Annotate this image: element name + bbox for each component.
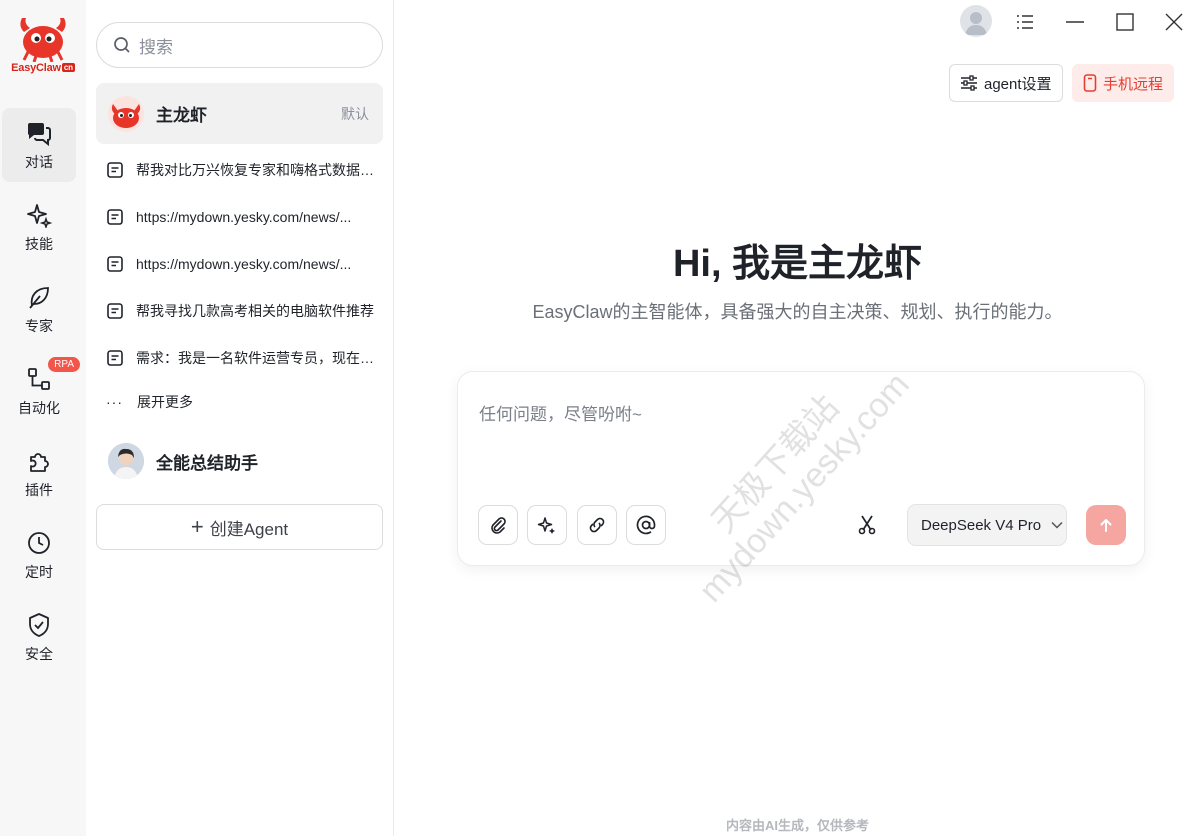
- hero-title: Hi, 我是主龙虾: [672, 243, 923, 285]
- at-icon: [636, 515, 656, 535]
- note-icon: [107, 303, 123, 319]
- more-dots-icon: ···: [106, 394, 123, 410]
- sparkle-icon: [27, 204, 52, 228]
- conversation-title: 帮我寻找几款高考相关的电脑软件推荐: [136, 303, 374, 319]
- conversation-item[interactable]: 需求：我是一名软件运营专员，现在需要: [106, 343, 376, 373]
- ai-disclaimer: 内容由AI生成，仅供参考: [725, 818, 869, 833]
- conversation-item[interactable]: https://mydown.yesky.com/news/...: [106, 202, 376, 232]
- search-input[interactable]: 搜索: [96, 22, 383, 68]
- mobile-remote-button[interactable]: 手机远程: [1072, 64, 1175, 102]
- close-icon[interactable]: [1160, 8, 1188, 36]
- default-tag: 默认: [341, 105, 369, 122]
- sliders-icon: [961, 75, 977, 91]
- agent-settings-button[interactable]: agent设置: [949, 64, 1063, 102]
- mention-button[interactable]: [626, 505, 666, 545]
- rail-item-chat[interactable]: 对话: [2, 108, 76, 182]
- plus-icon: +: [190, 514, 204, 539]
- note-icon: [107, 209, 123, 225]
- create-agent-button[interactable]: + 创建Agent: [96, 504, 383, 550]
- arrow-up-icon: [1100, 519, 1112, 532]
- agent-item-main[interactable]: 主龙虾 默认: [96, 83, 383, 144]
- clip-button[interactable]: [847, 505, 887, 545]
- maximize-icon[interactable]: [1111, 8, 1139, 36]
- rail-label: 技能: [25, 236, 53, 252]
- rail-item-security[interactable]: 安全: [2, 600, 76, 674]
- model-select[interactable]: DeepSeek V4 Pro: [907, 504, 1067, 546]
- assistant-avatar: [108, 443, 144, 479]
- flow-icon: [28, 368, 50, 390]
- rail-label: 专家: [25, 318, 53, 334]
- phone-icon: [1083, 74, 1097, 92]
- expand-more-label: 展开更多: [137, 394, 193, 410]
- conversation-title: https://mydown.yesky.com/news/...: [136, 256, 352, 272]
- note-icon: [107, 162, 123, 178]
- chevron-down-icon: [1051, 521, 1063, 529]
- agent-settings-label: agent设置: [984, 75, 1052, 93]
- rpa-badge: RPA: [48, 357, 80, 372]
- menu-icon[interactable]: [1011, 8, 1039, 36]
- note-icon: [107, 256, 123, 272]
- rail-item-schedule[interactable]: 定时: [2, 518, 76, 592]
- agent-item-summary[interactable]: 全能总结助手: [108, 443, 258, 479]
- attach-icon: [491, 517, 506, 534]
- leaf-icon: [29, 287, 49, 309]
- main-panel: agent设置 手机远程 Hi, 我是主龙虾 EasyClaw的主智能体，具备强…: [395, 0, 1200, 836]
- agent-name: 主龙虾: [156, 106, 207, 125]
- rail-label: 定时: [25, 564, 53, 580]
- expand-more-button[interactable]: ··· 展开更多: [106, 392, 193, 412]
- user-avatar[interactable]: [960, 5, 992, 37]
- rail-item-skills[interactable]: 技能: [2, 190, 76, 264]
- puzzle-icon: [30, 453, 49, 472]
- mobile-remote-label: 手机远程: [1103, 75, 1164, 93]
- lobster-mascot-icon: [16, 12, 70, 63]
- rail-item-automation[interactable]: RPA 自动化: [2, 354, 80, 428]
- clock-icon: [28, 532, 50, 554]
- rail-item-experts[interactable]: 专家: [2, 272, 76, 346]
- shield-check-icon: [29, 613, 49, 637]
- scissors-icon: [858, 515, 876, 535]
- conversation-item[interactable]: https://mydown.yesky.com/news/...: [106, 249, 376, 279]
- create-agent-label: 创建Agent: [209, 519, 289, 539]
- composer-placeholder: 任何问题，尽管吩咐~: [479, 405, 642, 424]
- search-placeholder: 搜索: [139, 37, 173, 57]
- conversation-title: 帮我对比万兴恢复专家和嗨格式数据恢复大师: [136, 162, 376, 178]
- model-name: DeepSeek V4 Pro: [921, 516, 1042, 534]
- conversation-item[interactable]: 帮我寻找几款高考相关的电脑软件推荐: [106, 296, 376, 326]
- link-button[interactable]: [577, 505, 617, 545]
- conversation-sidebar: 搜索 主龙虾 默认 帮我对比万兴恢复专家和嗨格式数据恢复大师 https://m…: [86, 0, 394, 836]
- rail-item-plugins[interactable]: 插件: [2, 436, 76, 510]
- send-button[interactable]: [1086, 505, 1126, 545]
- conversation-item[interactable]: 帮我对比万兴恢复专家和嗨格式数据恢复大师: [106, 155, 376, 185]
- rail-label: 对话: [25, 154, 53, 170]
- magic-button[interactable]: [527, 505, 567, 545]
- rail-label: 自动化: [18, 400, 60, 416]
- agent-name: 全能总结助手: [156, 453, 258, 473]
- magic-icon: [537, 517, 555, 534]
- note-icon: [107, 350, 123, 366]
- rail-label: 插件: [25, 482, 53, 498]
- link-icon: [589, 517, 605, 533]
- hero-subtitle: EasyClaw的主智能体，具备强大的自主决策、规划、执行的能力。: [532, 302, 1063, 322]
- conversation-title: 需求：我是一名软件运营专员，现在需要: [136, 350, 376, 366]
- rail-label: 安全: [25, 646, 53, 662]
- conversation-title: https://mydown.yesky.com/news/...: [136, 209, 352, 225]
- attach-button[interactable]: [478, 505, 518, 545]
- brand-name: EasyClaw cn: [11, 62, 75, 74]
- minimize-icon[interactable]: [1061, 8, 1089, 36]
- app-logo[interactable]: EasyClaw cn: [0, 12, 86, 74]
- left-rail: EasyClaw cn 对话 技能 专家 RPA 自动化 插件 定时 安全: [0, 0, 86, 836]
- lobster-avatar-icon: [108, 95, 144, 132]
- chat-icon: [27, 123, 51, 146]
- search-icon: [114, 37, 130, 53]
